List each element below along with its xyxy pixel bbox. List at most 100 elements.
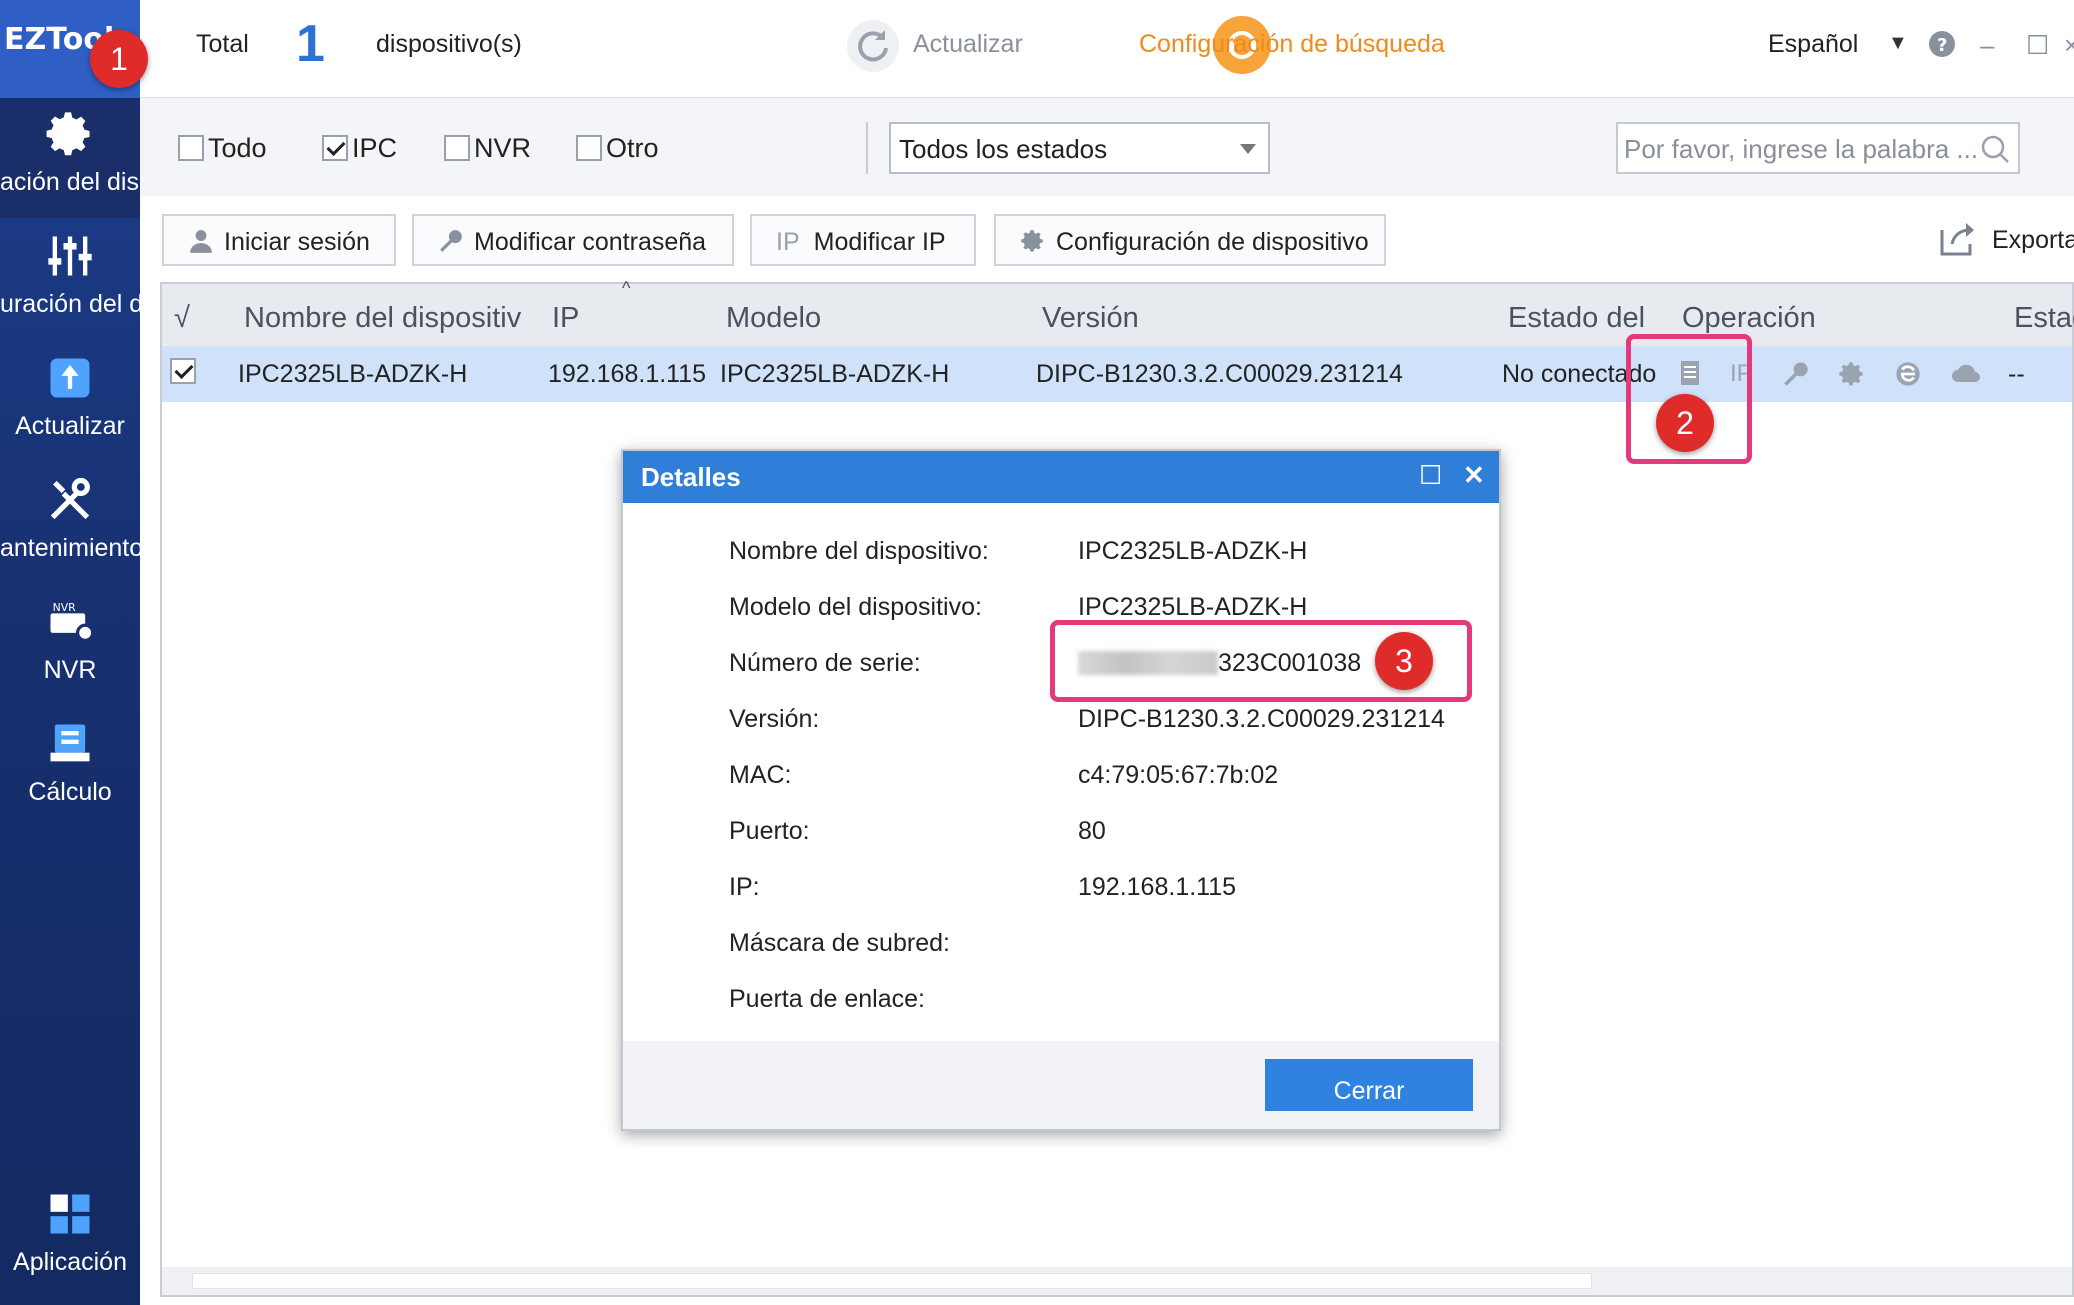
checkbox-box[interactable] [322, 135, 348, 161]
cell-model: IPC2325LB-ADZK-H [720, 360, 950, 388]
filter-all-checkbox[interactable]: Todo [178, 133, 267, 164]
header-check[interactable]: √ [174, 302, 190, 335]
header-name[interactable]: Nombre del dispositiv [244, 302, 521, 335]
sort-up-icon[interactable]: ^ [622, 278, 630, 299]
maximize-icon[interactable]: ☐ [1419, 460, 1442, 491]
dialog-title: Detalles [641, 462, 741, 492]
close-window-icon[interactable]: × [2064, 30, 2074, 61]
row-checkbox[interactable] [170, 358, 200, 387]
sidebar-item-config[interactable]: uración del d [0, 230, 140, 319]
filter-other-label: Otro [606, 133, 659, 163]
filter-bar: Todo IPC NVR Otro Todos los estados Por … [140, 98, 2074, 196]
status-select-value: Todos los estados [899, 134, 1108, 164]
toolbar: Iniciar sesión Modificar contraseña IP Mo… [140, 196, 2074, 282]
help-icon[interactable]: ? [1928, 30, 1956, 65]
cloud-icon[interactable] [1950, 360, 1982, 393]
user-icon [190, 230, 212, 253]
field-value: c4:79:05:67:7b:02 [1078, 761, 1279, 789]
search-input[interactable]: Por favor, ingrese la palabra ... [1616, 122, 2020, 174]
filter-nvr-checkbox[interactable]: NVR [444, 133, 531, 164]
header-state[interactable]: Estad [2014, 302, 2074, 335]
filter-ipc-checkbox[interactable]: IPC [322, 133, 397, 164]
ip-icon: IP [776, 228, 800, 256]
table-row[interactable]: IPC2325LB-ADZK-H 192.168.1.115 IPC2325LB… [162, 346, 2072, 402]
key-icon[interactable] [1782, 360, 1810, 395]
status-select[interactable]: Todos los estados [889, 122, 1270, 174]
modify-password-label: Modificar contraseña [474, 228, 707, 256]
filter-other-checkbox[interactable]: Otro [576, 133, 659, 164]
refresh-button[interactable]: Actualizar [913, 30, 1023, 59]
sidebar-item-maintenance[interactable]: antenimiento [0, 474, 140, 563]
field-label: Máscara de subred: [729, 929, 950, 957]
sidebar-item-application[interactable]: Aplicación [0, 1188, 140, 1277]
field-value: IPC2325LB-ADZK-H [1078, 537, 1308, 565]
scrollbar-thumb[interactable] [192, 1273, 1592, 1289]
step-badge: 2 [1656, 394, 1714, 452]
close-button[interactable]: Cerrar [1265, 1059, 1473, 1111]
browser-icon[interactable] [1894, 360, 1922, 395]
sidebar-item-device-config[interactable]: ación del disp [0, 98, 140, 218]
export-button[interactable]: Exportar [1938, 220, 2074, 258]
modify-password-button[interactable]: Modificar contraseña [412, 214, 734, 266]
horizontal-scrollbar[interactable] [162, 1267, 2072, 1295]
filter-all-label: Todo [208, 133, 267, 163]
header-model[interactable]: Modelo [726, 302, 821, 335]
sidebar-item-nvr[interactable]: NVR NVR [0, 596, 140, 685]
gear-icon [1021, 230, 1043, 252]
modify-ip-label: Modificar IP [813, 228, 946, 256]
modify-ip-button[interactable]: IP Modificar IP [750, 214, 976, 266]
key-icon [440, 230, 462, 252]
checkbox-box[interactable] [178, 135, 204, 161]
step-badge: 1 [90, 30, 148, 88]
checkbox-box[interactable] [170, 358, 196, 384]
filter-ipc-label: IPC [352, 133, 398, 163]
field-value: 80 [1078, 817, 1106, 845]
field-label: Versión: [729, 705, 820, 733]
chevron-down-icon[interactable] [1240, 144, 1256, 154]
sidebar-item-label: Actualizar [15, 412, 125, 440]
cell-state: -- [2008, 360, 2025, 388]
sidebar-item-label: uración del d [0, 290, 140, 318]
upload-icon [50, 358, 90, 398]
svg-text:?: ? [1937, 35, 1947, 56]
sidebar: EZTools ación del disp uración del d Act… [0, 0, 140, 1305]
sidebar-item-calculation[interactable]: Cálculo [0, 718, 140, 807]
top-bar: Total 1 dispositivo(s) Actualizar Config… [140, 0, 2074, 98]
checkbox-box[interactable] [444, 135, 470, 161]
field-label: Número de serie: [729, 649, 921, 677]
cell-ip: 192.168.1.115 [548, 360, 707, 388]
total-label: Total [196, 30, 249, 58]
details-dialog: Detalles ☐ ✕ Nombre del dispositivo: IPC… [621, 449, 1501, 1131]
sidebar-item-update[interactable]: Actualizar [0, 352, 140, 441]
header-ip[interactable]: IP [552, 302, 579, 335]
export-label: Exportar [1992, 226, 2074, 254]
tools-icon [50, 477, 90, 520]
checkbox-box[interactable] [576, 135, 602, 161]
field-label: MAC: [729, 761, 792, 789]
close-icon[interactable]: ✕ [1463, 460, 1485, 491]
device-count: 1 [296, 15, 325, 73]
chevron-down-icon[interactable]: ▼ [1888, 32, 1908, 55]
sliders-icon [48, 236, 92, 276]
device-config-label: Configuración de dispositivo [1056, 228, 1369, 256]
field-label: Puerta de enlace: [729, 985, 925, 1013]
calculator-icon [50, 724, 90, 762]
header-status[interactable]: Estado del [1508, 302, 1645, 335]
gear-icon[interactable] [1838, 360, 1866, 395]
language-select[interactable]: Español [1768, 30, 1858, 59]
device-config-button[interactable]: Configuración de dispositivo [994, 214, 1386, 266]
nvr-icon: NVR [50, 601, 95, 643]
gear-icon [46, 112, 90, 156]
minimize-icon[interactable]: – [1980, 30, 1994, 61]
cell-name: IPC2325LB-ADZK-H [238, 360, 468, 388]
svg-text:NVR: NVR [53, 601, 77, 614]
dialog-footer: Cerrar [623, 1041, 1499, 1129]
search-config-button[interactable]: Configuración de búsqueda [1139, 30, 1445, 59]
refresh-icon[interactable] [847, 20, 899, 72]
field-value: IPC2325LB-ADZK-H [1078, 593, 1308, 621]
header-operation[interactable]: Operación [1682, 302, 1816, 335]
login-button[interactable]: Iniciar sesión [162, 214, 396, 266]
maximize-icon[interactable]: ☐ [2026, 30, 2049, 61]
search-icon[interactable] [1980, 134, 2010, 171]
header-version[interactable]: Versión [1042, 302, 1139, 335]
